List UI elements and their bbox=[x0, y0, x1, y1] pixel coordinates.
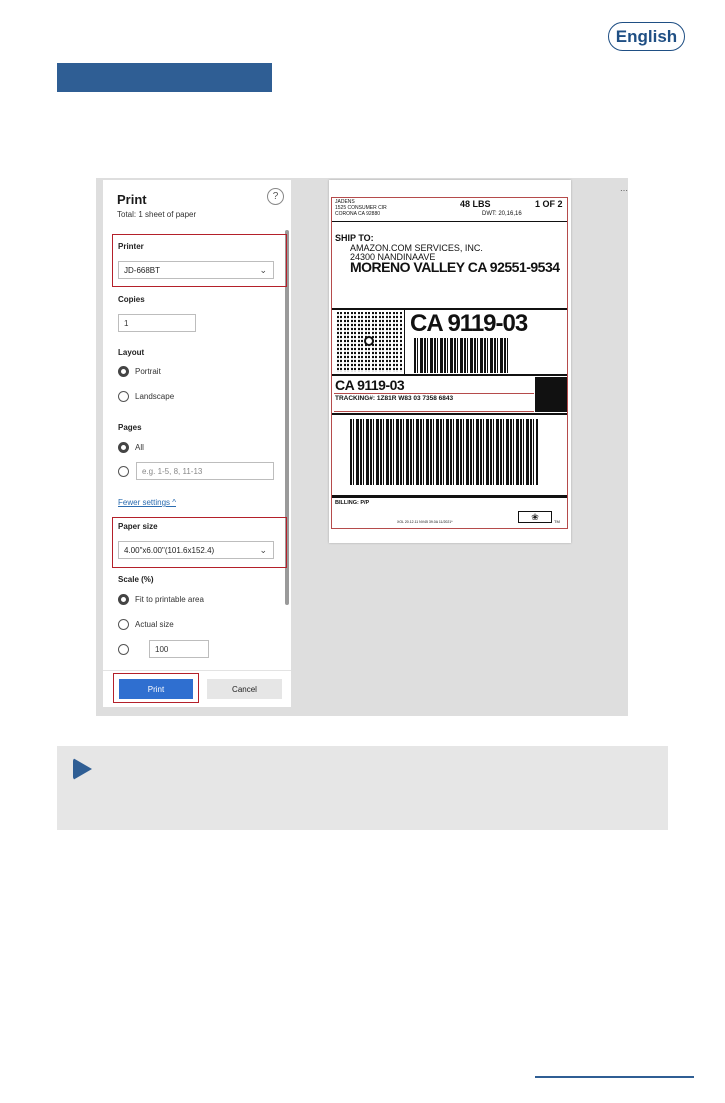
help-icon[interactable]: ? bbox=[267, 188, 284, 205]
carrier-logo: ❀ bbox=[518, 511, 552, 523]
ship-to-city: MORENO VALLEY CA 92551-9534 bbox=[350, 259, 560, 275]
footer-rule bbox=[535, 1076, 694, 1078]
actual-size-radio[interactable] bbox=[118, 619, 129, 630]
route-code: CA 9119-03 bbox=[410, 310, 528, 337]
weight: 48 LBS bbox=[460, 199, 491, 209]
print-total: Total: 1 sheet of paper bbox=[117, 210, 197, 219]
scale-label: Scale (%) bbox=[118, 575, 154, 584]
rule bbox=[334, 411, 534, 412]
fewer-settings-link[interactable]: Fewer settings ^ bbox=[118, 498, 176, 507]
truncated-toolbar-icon: ⋯ bbox=[620, 186, 628, 195]
rule bbox=[404, 310, 405, 375]
rule bbox=[332, 413, 567, 415]
rule bbox=[332, 495, 567, 498]
fit-radio[interactable] bbox=[118, 594, 129, 605]
custom-scale-radio[interactable] bbox=[118, 644, 129, 655]
actual-size-label: Actual size bbox=[135, 620, 174, 629]
rule bbox=[334, 393, 534, 394]
fit-label: Fit to printable area bbox=[135, 595, 204, 604]
trademark: TM bbox=[554, 519, 560, 524]
paper-size-highlight bbox=[112, 517, 287, 568]
from-city: CORONA CA 92880 bbox=[335, 211, 381, 217]
pages-all-label: All bbox=[135, 443, 144, 452]
cancel-button[interactable]: Cancel bbox=[207, 679, 282, 699]
routing-barcode bbox=[414, 338, 508, 373]
shipping-label: JADENS 1525 CONSUMER CIR CORONA CA 92880… bbox=[331, 197, 568, 529]
package-count: 1 OF 2 bbox=[535, 199, 563, 209]
portrait-radio[interactable] bbox=[118, 366, 129, 377]
black-block bbox=[535, 377, 567, 412]
rule bbox=[332, 374, 567, 376]
custom-scale-input[interactable]: 100 bbox=[149, 640, 209, 658]
copies-label: Copies bbox=[118, 295, 145, 304]
print-dialog-screenshot: Print Total: 1 sheet of paper ? Printer … bbox=[96, 178, 628, 716]
layout-label: Layout bbox=[118, 348, 145, 357]
footer-divider bbox=[103, 670, 291, 671]
pages-custom-radio[interactable] bbox=[118, 466, 129, 477]
rule bbox=[332, 221, 567, 222]
print-title: Print bbox=[117, 192, 147, 207]
pages-all-radio[interactable] bbox=[118, 442, 129, 453]
footer-code: XOL 20.12.11 NV45 39.0A 11/2021* bbox=[397, 520, 453, 524]
note-box bbox=[57, 746, 668, 830]
tracking-barcode bbox=[350, 419, 538, 485]
play-icon bbox=[73, 758, 92, 780]
landscape-radio[interactable] bbox=[118, 391, 129, 402]
dwt: DWT: 20,16,16 bbox=[482, 211, 522, 217]
language-button[interactable]: English bbox=[608, 22, 685, 51]
route-code-2: CA 9119-03 bbox=[335, 377, 405, 393]
pages-label: Pages bbox=[118, 423, 142, 432]
billing: BILLING: P/P bbox=[335, 500, 370, 506]
printer-highlight bbox=[112, 234, 287, 287]
section-header-bar bbox=[57, 63, 272, 92]
print-settings-panel: Print Total: 1 sheet of paper ? Printer … bbox=[103, 180, 291, 707]
landscape-label: Landscape bbox=[135, 392, 175, 401]
print-button-highlight bbox=[113, 673, 199, 703]
copies-input[interactable]: 1 bbox=[118, 314, 196, 332]
maxicode-bullseye bbox=[364, 336, 374, 346]
portrait-label: Portrait bbox=[135, 367, 161, 376]
tracking-number: TRACKING#: 1Z81R W83 03 7358 6843 bbox=[335, 395, 454, 402]
pages-custom-input[interactable]: e.g. 1-5, 8, 11-13 bbox=[136, 462, 274, 480]
label-preview: JADENS 1525 CONSUMER CIR CORONA CA 92880… bbox=[329, 180, 571, 543]
ship-to-heading: SHIP TO: bbox=[335, 233, 374, 243]
